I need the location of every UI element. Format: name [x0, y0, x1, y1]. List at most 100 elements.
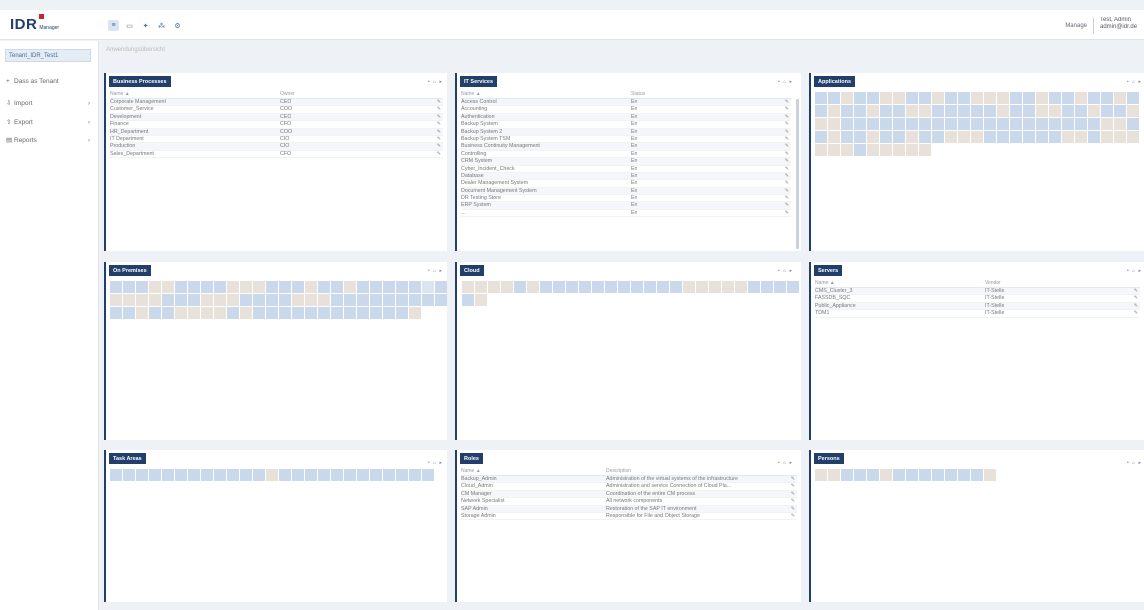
- item-tile[interactable]: [893, 131, 905, 143]
- item-tile[interactable]: [409, 281, 421, 293]
- item-tile[interactable]: [305, 281, 317, 293]
- item-tile[interactable]: [149, 294, 161, 306]
- item-tile[interactable]: [422, 281, 434, 293]
- table-row[interactable]: Business Continuity Management En ✎: [461, 143, 791, 151]
- item-tile[interactable]: [149, 307, 161, 319]
- item-tile[interactable]: [1023, 105, 1035, 117]
- table-row[interactable]: HR_Department COO ✎: [110, 128, 443, 136]
- item-tile[interactable]: [906, 469, 918, 481]
- item-tile[interactable]: [383, 307, 395, 319]
- item-tile[interactable]: [514, 281, 526, 293]
- item-tile[interactable]: [266, 469, 278, 481]
- item-tile[interactable]: [828, 144, 840, 156]
- item-tile[interactable]: [592, 281, 604, 293]
- settings-icon[interactable]: ⚙: [172, 20, 183, 31]
- item-tile[interactable]: [815, 144, 827, 156]
- item-tile[interactable]: [1062, 118, 1074, 130]
- item-tile[interactable]: [919, 131, 931, 143]
- item-tile[interactable]: [396, 294, 408, 306]
- item-tile[interactable]: [906, 144, 918, 156]
- item-tile[interactable]: [318, 307, 330, 319]
- item-tile[interactable]: [1114, 118, 1126, 130]
- item-tile[interactable]: [201, 307, 213, 319]
- panel-controls[interactable]: • ⌂ ▸: [1127, 460, 1142, 466]
- item-tile[interactable]: [984, 118, 996, 130]
- item-tile[interactable]: [828, 469, 840, 481]
- item-tile[interactable]: [396, 307, 408, 319]
- item-tile[interactable]: [1036, 105, 1048, 117]
- item-tile[interactable]: [854, 105, 866, 117]
- item-tile[interactable]: [136, 307, 148, 319]
- item-tile[interactable]: [188, 469, 200, 481]
- item-tile[interactable]: [162, 307, 174, 319]
- edit-icon[interactable]: ✎: [1134, 303, 1138, 310]
- edit-icon[interactable]: ✎: [791, 476, 795, 483]
- item-tile[interactable]: [1127, 118, 1139, 130]
- item-tile[interactable]: [136, 281, 148, 293]
- item-tile[interactable]: [227, 281, 239, 293]
- item-tile[interactable]: [867, 469, 879, 481]
- item-tile[interactable]: [1088, 118, 1100, 130]
- edit-icon[interactable]: ✎: [785, 195, 789, 202]
- item-tile[interactable]: [292, 469, 304, 481]
- item-tile[interactable]: [1075, 131, 1087, 143]
- item-tile[interactable]: [266, 294, 278, 306]
- item-tile[interactable]: [841, 105, 853, 117]
- table-row[interactable]: Development CEO ✎: [110, 113, 443, 122]
- item-tile[interactable]: [175, 294, 187, 306]
- item-tile[interactable]: [357, 469, 369, 481]
- edit-icon[interactable]: ✎: [785, 158, 789, 165]
- item-tile[interactable]: [906, 118, 918, 130]
- item-tile[interactable]: [110, 281, 122, 293]
- item-tile[interactable]: [893, 144, 905, 156]
- edit-icon[interactable]: ✎: [785, 166, 789, 173]
- item-tile[interactable]: [110, 294, 122, 306]
- item-tile[interactable]: [475, 294, 487, 306]
- column-header-description[interactable]: Description: [606, 468, 631, 475]
- panel-controls[interactable]: • ⌂ ▸: [778, 268, 793, 274]
- item-tile[interactable]: [945, 131, 957, 143]
- item-tile[interactable]: [331, 469, 343, 481]
- table-row[interactable]: TDM1 IT-Stelle ✎: [815, 310, 1140, 318]
- item-tile[interactable]: [318, 469, 330, 481]
- item-tile[interactable]: [110, 469, 122, 481]
- item-tile[interactable]: [997, 118, 1009, 130]
- item-tile[interactable]: [123, 294, 135, 306]
- item-tile[interactable]: [696, 281, 708, 293]
- item-tile[interactable]: [435, 294, 447, 306]
- item-tile[interactable]: [880, 469, 892, 481]
- item-tile[interactable]: [945, 105, 957, 117]
- item-tile[interactable]: [253, 281, 265, 293]
- item-tile[interactable]: [644, 281, 656, 293]
- edit-icon[interactable]: ✎: [437, 114, 441, 121]
- table-row[interactable]: Authentication En ✎: [461, 113, 791, 122]
- item-tile[interactable]: [383, 281, 395, 293]
- item-tile[interactable]: [1075, 105, 1087, 117]
- item-tile[interactable]: [867, 92, 879, 104]
- edit-icon[interactable]: ✎: [1134, 295, 1138, 302]
- item-tile[interactable]: [893, 469, 905, 481]
- table-row[interactable]: Dealer Management System En ✎: [461, 180, 791, 188]
- item-tile[interactable]: [984, 92, 996, 104]
- item-tile[interactable]: [175, 281, 187, 293]
- item-tile[interactable]: [579, 281, 591, 293]
- item-tile[interactable]: [357, 307, 369, 319]
- table-row[interactable]: Backup System En ✎: [461, 121, 791, 129]
- item-tile[interactable]: [462, 281, 474, 293]
- table-row[interactable]: Cloud_Admin Administration and service Co…: [461, 483, 797, 491]
- edit-icon[interactable]: ✎: [785, 129, 789, 136]
- item-tile[interactable]: [1049, 92, 1061, 104]
- item-tile[interactable]: [488, 281, 500, 293]
- item-tile[interactable]: [227, 469, 239, 481]
- item-tile[interactable]: [136, 469, 148, 481]
- table-row[interactable]: Backup System TSM En ✎: [461, 136, 791, 144]
- column-header-status[interactable]: Status: [631, 91, 645, 98]
- item-tile[interactable]: [1036, 131, 1048, 143]
- item-tile[interactable]: [1036, 92, 1048, 104]
- table-row[interactable]: Cyber_Incident_Check En ✎: [461, 166, 791, 173]
- item-tile[interactable]: [919, 92, 931, 104]
- item-tile[interactable]: [841, 131, 853, 143]
- item-tile[interactable]: [123, 281, 135, 293]
- item-tile[interactable]: [292, 307, 304, 319]
- item-tile[interactable]: [1062, 131, 1074, 143]
